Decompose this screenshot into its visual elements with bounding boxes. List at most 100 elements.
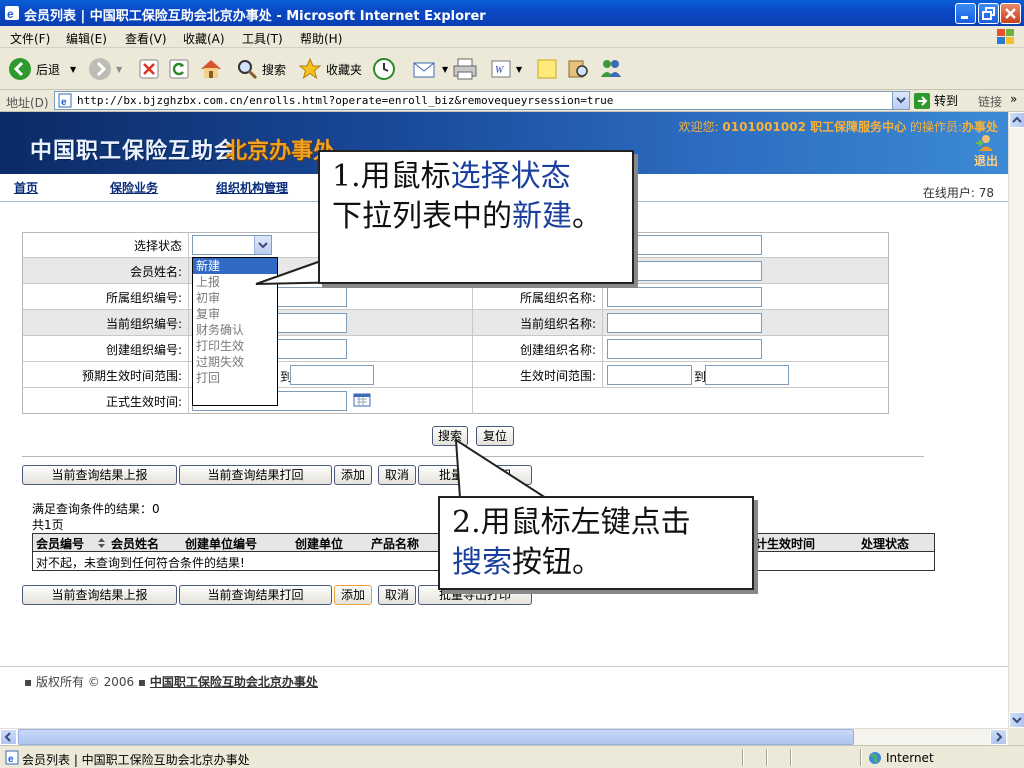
security-zone[interactable]: Internet (868, 751, 934, 765)
links-button[interactable]: 链接 (978, 93, 1002, 110)
report-results-button[interactable]: 当前查询结果上报 (22, 585, 177, 605)
messenger-button[interactable] (598, 54, 624, 84)
horizontal-scrollbar[interactable] (0, 728, 1008, 745)
batch-print-button[interactable]: 批量导出打印 (418, 465, 532, 485)
status-option-finance[interactable]: 财务确认 (193, 322, 277, 338)
scroll-down-button[interactable] (1009, 712, 1024, 728)
menu-favorites[interactable]: 收藏(A) (183, 30, 225, 47)
status-select[interactable] (192, 235, 272, 255)
discuss-button[interactable] (536, 54, 558, 84)
edit-button[interactable]: W ▼ (490, 54, 522, 84)
column-header[interactable]: 创建单位 (295, 535, 343, 552)
logout-link[interactable]: 退出 (974, 152, 998, 169)
address-input[interactable]: e http://bx.bjzghzbx.com.cn/enrolls.html… (54, 91, 910, 110)
add-button[interactable]: 添加 (334, 465, 372, 485)
column-header[interactable]: 会员姓名 (111, 535, 159, 552)
scroll-left-button[interactable] (0, 729, 17, 745)
ie-icon: e (5, 6, 19, 21)
history-button[interactable] (372, 54, 396, 84)
status-option-second-review[interactable]: 复审 (193, 306, 277, 322)
dropdown-arrow-icon[interactable]: ▼ (70, 65, 76, 74)
calendar-icon[interactable] (353, 393, 371, 407)
home-button[interactable] (199, 54, 223, 84)
reset-button[interactable]: 复位 (476, 426, 514, 446)
svg-text:e: e (61, 97, 67, 108)
column-header[interactable]: 创建单位编号 (185, 535, 257, 552)
dropdown-arrow-icon[interactable]: ▼ (116, 65, 122, 74)
globe-icon (869, 752, 881, 764)
chevron-right-icon[interactable]: » (1010, 92, 1017, 106)
cancel-button[interactable]: 取消 (378, 585, 416, 605)
status-option-report[interactable]: 上报 (193, 274, 277, 290)
research-button[interactable] (566, 54, 590, 84)
stop-icon (139, 59, 159, 79)
create-org-name-input[interactable] (607, 339, 762, 359)
chevron-down-icon (1012, 717, 1022, 724)
sort-icon[interactable] (97, 537, 106, 549)
menu-edit[interactable]: 编辑(E) (66, 30, 107, 47)
org-name-input[interactable] (607, 287, 762, 307)
column-header[interactable]: 产品名称 (371, 535, 419, 552)
window-title-bar[interactable]: e 会员列表 | 中国职工保险互助会北京办事处 - Microsoft Inte… (0, 0, 1024, 26)
member-name-label: 会员姓名: (129, 265, 182, 279)
address-dropdown-button[interactable] (892, 92, 909, 109)
minimize-button[interactable] (955, 3, 976, 24)
effective-end-input[interactable] (705, 365, 789, 385)
scroll-thumb[interactable] (18, 729, 854, 745)
divider (742, 749, 744, 766)
close-button[interactable] (1000, 3, 1021, 24)
menu-view[interactable]: 查看(V) (125, 30, 167, 47)
current-org-name-input[interactable] (607, 313, 762, 333)
nav-org-management[interactable]: 组织机构管理 (216, 179, 288, 196)
page-icon: e (58, 93, 72, 108)
add-button[interactable]: 添加 (334, 585, 372, 605)
scroll-corner (1008, 728, 1024, 745)
cancel-button[interactable]: 取消 (378, 465, 416, 485)
status-option-new[interactable]: 新建 (193, 258, 277, 274)
address-bar: 地址(D) e http://bx.bjzghzbx.com.cn/enroll… (0, 90, 1024, 112)
status-option-expired[interactable]: 过期失效 (193, 354, 277, 370)
scroll-up-button[interactable] (1009, 112, 1024, 128)
toolbar: 后退 ▼ ▼ 搜索 收藏夹 ▼ W ▼ (0, 48, 1024, 90)
menu-file[interactable]: 文件(F) (10, 30, 50, 47)
effective-start-input[interactable] (607, 365, 692, 385)
print-button[interactable] (452, 54, 478, 84)
divider (790, 749, 792, 766)
nav-insurance[interactable]: 保险业务 (110, 179, 158, 196)
footer-org-link[interactable]: 中国职工保险互助会北京办事处 (150, 675, 318, 689)
go-button[interactable]: 转到 (914, 92, 958, 109)
refresh-button[interactable] (168, 54, 190, 84)
expected-end-input[interactable] (290, 365, 374, 385)
forward-button[interactable]: ▼ (88, 54, 122, 84)
mail-icon (413, 62, 435, 78)
stop-button[interactable] (138, 54, 160, 84)
return-results-button[interactable]: 当前查询结果打回 (179, 585, 332, 605)
minimize-icon (961, 16, 968, 19)
nav-home[interactable]: 首页 (14, 179, 38, 196)
result-count: 满足查询条件的结果：0 (32, 502, 160, 516)
status-option-first-review[interactable]: 初审 (193, 290, 277, 306)
close-icon (1005, 8, 1016, 19)
search-button[interactable]: 搜索 (432, 426, 468, 446)
messenger-icon (601, 60, 621, 77)
menu-help[interactable]: 帮助(H) (300, 30, 342, 47)
scroll-right-button[interactable] (990, 729, 1007, 745)
status-option-printed[interactable]: 打印生效 (193, 338, 277, 354)
column-header[interactable]: 会员编号 (36, 535, 84, 552)
divider (766, 749, 768, 766)
column-header[interactable]: 处理状态 (861, 535, 909, 552)
status-option-returned[interactable]: 打回 (193, 370, 277, 386)
report-results-button[interactable]: 当前查询结果上报 (22, 465, 177, 485)
home-icon (201, 60, 221, 78)
mail-button[interactable]: ▼ (412, 54, 448, 84)
user-logout-icon[interactable] (974, 134, 994, 152)
search-button[interactable]: 搜索 (236, 54, 286, 84)
dropdown-arrow-icon[interactable]: ▼ (516, 65, 522, 74)
menu-tools[interactable]: 工具(T) (242, 30, 283, 47)
back-button[interactable]: 后退 ▼ (8, 54, 76, 84)
dropdown-arrow-icon[interactable]: ▼ (442, 65, 448, 74)
favorites-button[interactable]: 收藏夹 (298, 54, 362, 84)
vertical-scrollbar[interactable] (1008, 112, 1024, 728)
return-results-button[interactable]: 当前查询结果打回 (179, 465, 332, 485)
restore-button[interactable] (978, 3, 999, 24)
